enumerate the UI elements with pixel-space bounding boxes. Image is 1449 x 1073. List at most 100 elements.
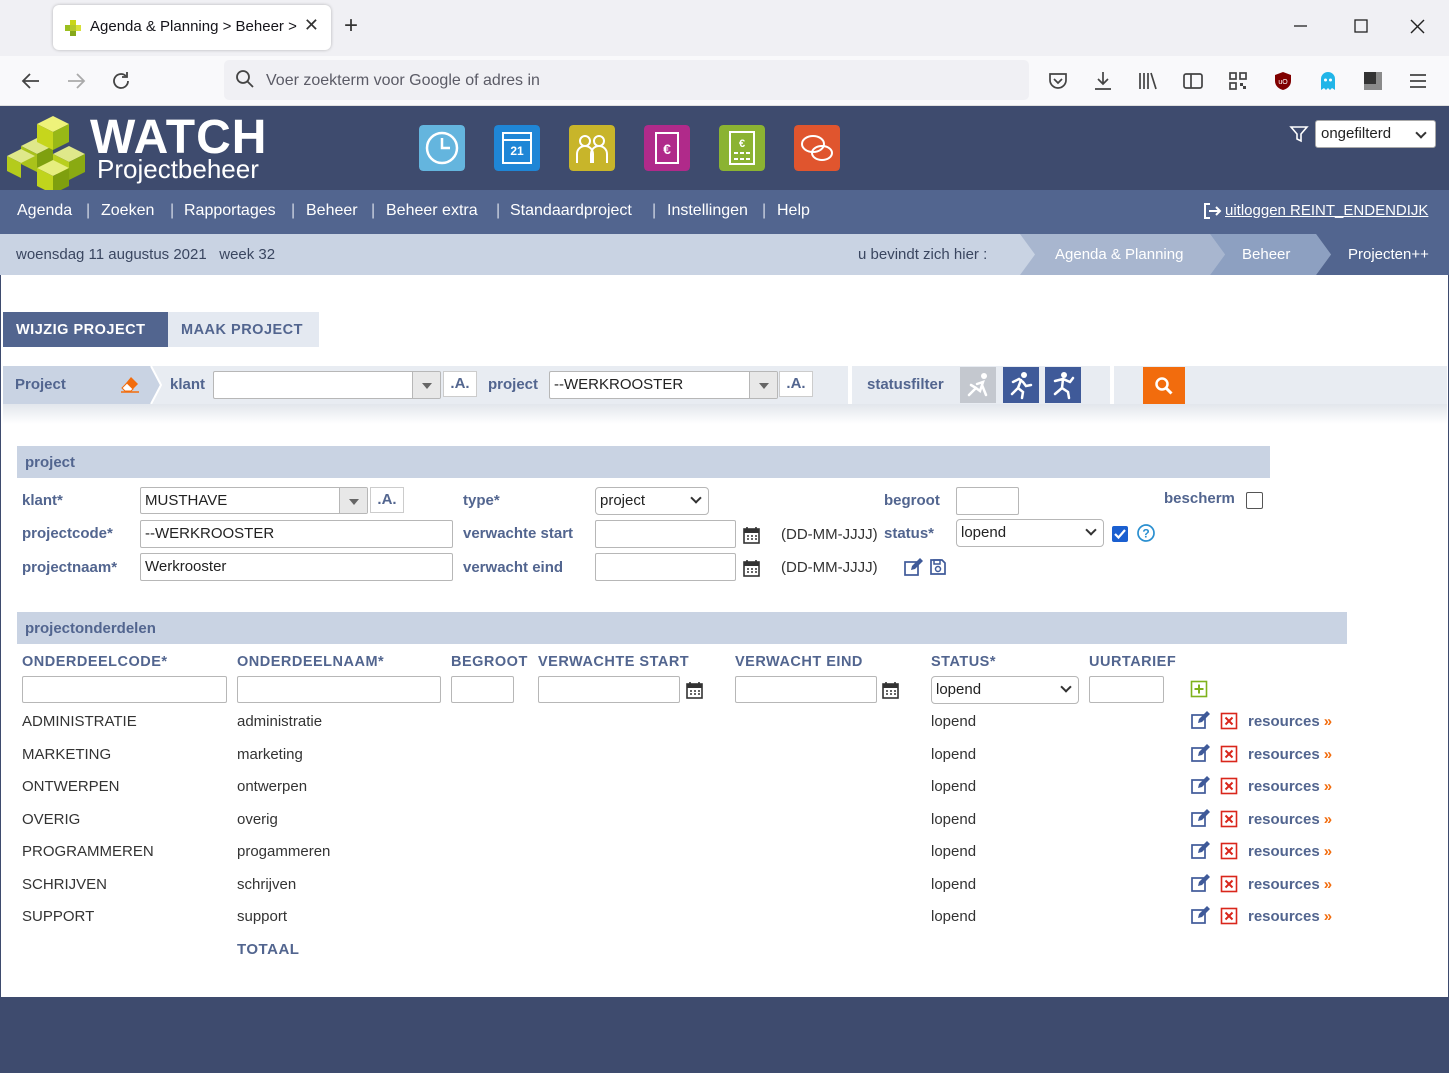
status-finished-icon[interactable]: [1045, 367, 1081, 403]
download-icon[interactable]: [1092, 70, 1114, 92]
edit-icon[interactable]: [1190, 710, 1210, 730]
delete-icon[interactable]: [1220, 777, 1238, 795]
clock-app-icon[interactable]: [419, 125, 465, 171]
chat-app-icon[interactable]: [794, 125, 840, 171]
tab-wijzig-project[interactable]: WIJZIG PROJECT: [3, 312, 168, 347]
filter-select[interactable]: ongefilterd: [1315, 120, 1436, 148]
menu-item-standaardproject[interactable]: Standaardproject: [510, 202, 632, 220]
klant-filter-combobox[interactable]: [213, 371, 441, 399]
hamburger-menu-icon[interactable]: [1407, 70, 1429, 92]
resources-link[interactable]: resources»: [1248, 811, 1332, 828]
search-button[interactable]: [1143, 367, 1185, 404]
delete-icon[interactable]: [1220, 810, 1238, 828]
menu-item-rapportages[interactable]: Rapportages: [184, 202, 276, 220]
library-icon[interactable]: [1137, 70, 1159, 92]
eraser-icon[interactable]: [120, 375, 140, 393]
klant-a-button[interactable]: .A.: [370, 487, 404, 513]
new-tab-button[interactable]: +: [344, 12, 358, 40]
tab-maak-project[interactable]: MAAK PROJECT: [168, 312, 319, 347]
menu-item-agenda[interactable]: Agenda: [17, 202, 72, 220]
sidebar-icon[interactable]: [1182, 70, 1204, 92]
delete-icon[interactable]: [1220, 745, 1238, 763]
menu-item-beheer[interactable]: Beheer: [306, 202, 358, 220]
pocket-icon[interactable]: [1047, 70, 1069, 92]
edit-icon[interactable]: [1190, 873, 1210, 893]
resources-link[interactable]: resources»: [1248, 778, 1332, 795]
new-onderdeelcode-input[interactable]: [22, 676, 227, 703]
back-arrow-icon[interactable]: [20, 70, 42, 92]
close-tab-icon[interactable]: ✕: [304, 15, 319, 36]
klant-filter-a-button[interactable]: .A.: [443, 371, 477, 397]
calendar-icon[interactable]: [685, 680, 705, 700]
edit-icon[interactable]: [1190, 743, 1210, 763]
edit-icon[interactable]: [1190, 808, 1210, 828]
type-select[interactable]: project: [595, 487, 709, 515]
breadcrumb-agenda-planning[interactable]: Agenda & Planning: [1055, 234, 1183, 275]
forward-arrow-icon[interactable]: [65, 70, 87, 92]
dropdown-arrow-icon[interactable]: [339, 488, 367, 513]
edit-icon[interactable]: [903, 557, 923, 577]
new-begroot-input[interactable]: [451, 676, 514, 703]
new-uurtarief-input[interactable]: [1089, 676, 1164, 703]
status-running-icon[interactable]: [1003, 367, 1039, 403]
url-bar[interactable]: Voer zoekterm voor Google of adres in: [224, 60, 1029, 100]
calendar-icon[interactable]: [742, 558, 762, 578]
project-filter-a-button[interactable]: .A.: [779, 371, 813, 397]
delete-icon[interactable]: [1220, 875, 1238, 893]
calendar-icon[interactable]: [881, 680, 901, 700]
logout-icon[interactable]: [1202, 202, 1222, 220]
people-app-icon[interactable]: [569, 125, 615, 171]
begroot-input[interactable]: [956, 487, 1019, 515]
verwacht-eind-input[interactable]: [595, 553, 736, 581]
maximize-icon[interactable]: [1353, 18, 1371, 36]
resources-link[interactable]: resources»: [1248, 713, 1332, 730]
edit-icon[interactable]: [1190, 840, 1210, 860]
resources-link[interactable]: resources»: [1248, 876, 1332, 893]
resources-link[interactable]: resources»: [1248, 908, 1332, 925]
extension-square-icon[interactable]: [1362, 70, 1384, 92]
klant-combobox[interactable]: MUSTHAVE: [140, 487, 368, 514]
menu-item-help[interactable]: Help: [777, 202, 810, 220]
minimize-icon[interactable]: [1291, 16, 1311, 36]
qr-code-icon[interactable]: [1227, 70, 1249, 92]
edit-icon[interactable]: [1190, 905, 1210, 925]
calculator-app-icon[interactable]: €: [719, 125, 765, 171]
add-icon[interactable]: [1190, 680, 1208, 698]
ghost-extension-icon[interactable]: [1317, 70, 1339, 92]
ublock-icon[interactable]: uO: [1272, 70, 1294, 92]
bescherm-checkbox[interactable]: [1246, 492, 1263, 509]
help-icon[interactable]: ?: [1136, 523, 1156, 543]
new-status-select[interactable]: lopend: [931, 676, 1079, 704]
resources-link[interactable]: resources»: [1248, 843, 1332, 860]
status-paused-icon[interactable]: [960, 367, 996, 403]
status-checkbox[interactable]: [1111, 525, 1129, 543]
projectnaam-input[interactable]: Werkrooster: [140, 553, 453, 581]
calendar-app-icon[interactable]: 21: [494, 125, 540, 171]
menu-item-instellingen[interactable]: Instellingen: [667, 202, 748, 220]
dropdown-arrow-icon[interactable]: [412, 372, 440, 398]
delete-icon[interactable]: [1220, 842, 1238, 860]
logout-link[interactable]: uitloggen REINT_ENDENDIJK: [1225, 202, 1428, 219]
dropdown-arrow-icon[interactable]: [749, 372, 777, 398]
new-verwachte-start-input[interactable]: [538, 676, 680, 703]
new-onderdeelnaam-input[interactable]: [237, 676, 441, 703]
menu-item-zoeken[interactable]: Zoeken: [101, 202, 154, 220]
invoice-app-icon[interactable]: €: [644, 125, 690, 171]
menu-item-beheer-extra[interactable]: Beheer extra: [386, 202, 478, 220]
column-header-begroot: BEGROOT: [451, 654, 528, 670]
save-icon[interactable]: [929, 558, 947, 576]
status-select[interactable]: lopend: [956, 519, 1104, 547]
browser-tab[interactable]: Agenda & Planning > Beheer > Proj ✕: [53, 5, 331, 50]
close-window-icon[interactable]: [1409, 18, 1427, 36]
edit-icon[interactable]: [1190, 775, 1210, 795]
verwachte-start-input[interactable]: [595, 520, 736, 548]
reload-icon[interactable]: [110, 70, 132, 92]
delete-icon[interactable]: [1220, 712, 1238, 730]
delete-icon[interactable]: [1220, 907, 1238, 925]
breadcrumb-beheer[interactable]: Beheer: [1242, 234, 1290, 275]
new-verwacht-eind-input[interactable]: [735, 676, 877, 703]
resources-link[interactable]: resources»: [1248, 746, 1332, 763]
projectcode-input[interactable]: --WERKROOSTER: [140, 520, 453, 548]
calendar-icon[interactable]: [742, 525, 762, 545]
project-filter-combobox[interactable]: --WERKROOSTER: [549, 371, 778, 399]
